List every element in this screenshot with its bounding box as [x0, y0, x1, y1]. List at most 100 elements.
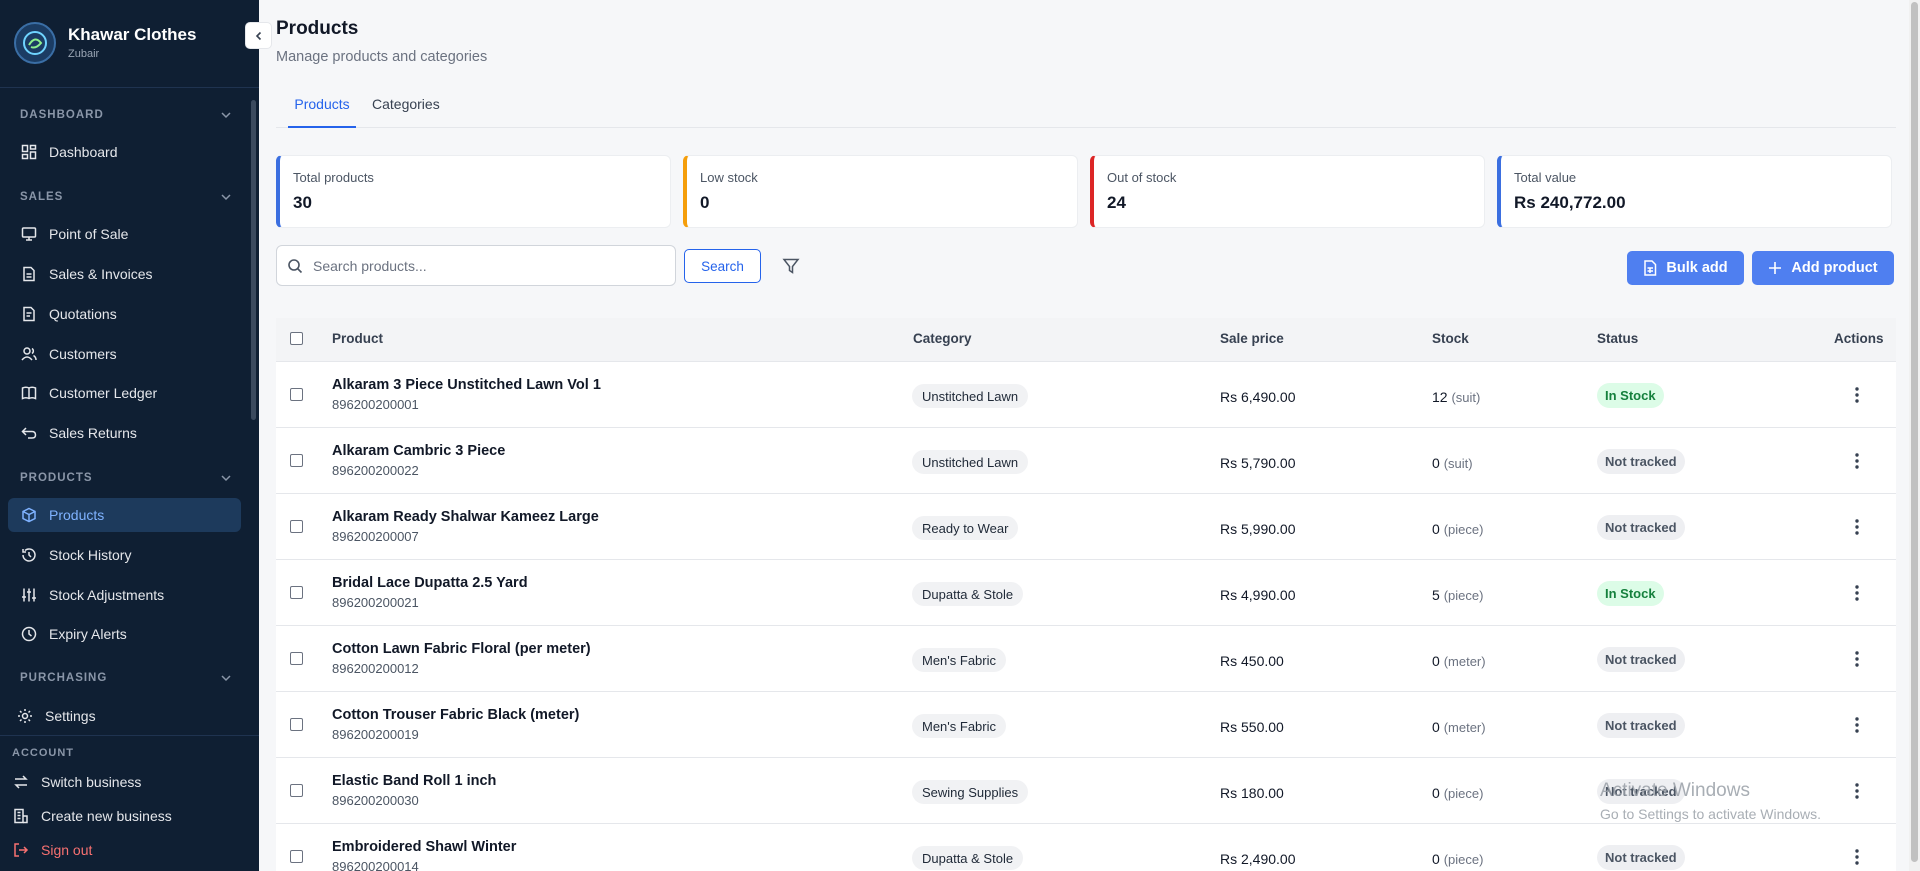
sidebar-item-quotations[interactable]: Quotations: [8, 297, 241, 331]
more-vertical-icon: [1855, 849, 1859, 865]
sign-out-button[interactable]: Sign out: [0, 833, 233, 867]
product-name[interactable]: Cotton Lawn Fabric Floral (per meter): [332, 641, 591, 657]
status-badge: In Stock: [1597, 581, 1664, 606]
building-icon: [12, 807, 30, 825]
sidebar-scrollbar[interactable]: [251, 100, 256, 420]
sidebar-item-stock-history[interactable]: Stock History: [8, 538, 241, 572]
gear-icon: [16, 707, 34, 725]
page-scrollbar-thumb[interactable]: [1911, 2, 1918, 862]
brand-name: Khawar Clothes: [68, 25, 197, 44]
sidebar-item-sales-invoices[interactable]: Sales & Invoices: [8, 257, 241, 291]
row-actions-button[interactable]: [1845, 449, 1869, 473]
table-row[interactable]: Cotton Lawn Fabric Floral (per meter) 896…: [276, 626, 1896, 692]
product-name[interactable]: Bridal Lace Dupatta 2.5 Yard: [332, 575, 528, 591]
section-sales[interactable]: SALES: [20, 191, 232, 203]
search-button[interactable]: Search: [684, 249, 761, 283]
row-actions-button[interactable]: [1845, 515, 1869, 539]
row-checkbox[interactable]: [290, 454, 303, 467]
divider: [0, 87, 259, 88]
product-name[interactable]: Alkaram 3 Piece Unstitched Lawn Vol 1: [332, 377, 601, 393]
section-products[interactable]: PRODUCTS: [20, 472, 232, 484]
table-row[interactable]: Embroidered Shawl Winter 896200200014 Dupa…: [276, 824, 1896, 871]
status-badge: Not tracked: [1597, 515, 1685, 540]
table-header: Product Category Sale price Stock Status…: [276, 318, 1896, 362]
table-row[interactable]: Alkaram Cambric 3 Piece 896200200022 Unsti…: [276, 428, 1896, 494]
product-name[interactable]: Embroidered Shawl Winter: [332, 839, 516, 855]
sidebar-nav: DASHBOARD Dashboard SALES Point of Sale …: [0, 95, 259, 685]
stock-cell: 5 (piece): [1432, 587, 1483, 603]
divider: [0, 735, 259, 736]
table-row[interactable]: Bridal Lace Dupatta 2.5 Yard 896200200021…: [276, 560, 1896, 626]
table-row[interactable]: Alkaram 3 Piece Unstitched Lawn Vol 1 896…: [276, 362, 1896, 428]
sale-price: Rs 550.00: [1220, 719, 1284, 735]
sidebar-item-dashboard[interactable]: Dashboard: [8, 135, 241, 169]
sidebar-item-label: Sales Returns: [49, 425, 137, 441]
sidebar-item-customers[interactable]: Customers: [8, 337, 241, 371]
brand[interactable]: Khawar Clothes Zubair: [14, 22, 196, 64]
sidebar-item-label: Create new business: [41, 808, 172, 824]
column-header[interactable]: Status: [1597, 331, 1638, 346]
tab-categories[interactable]: Categories: [372, 96, 440, 128]
column-header[interactable]: Stock: [1432, 331, 1469, 346]
stat-label: Total value: [1514, 170, 1577, 185]
bulk-add-label: Bulk add: [1666, 260, 1728, 276]
switch-business-button[interactable]: Switch business: [0, 765, 233, 799]
bulk-add-button[interactable]: Bulk add: [1627, 251, 1744, 285]
product-sku: 896200200001: [332, 397, 419, 412]
row-checkbox[interactable]: [290, 850, 303, 863]
sidebar-item-stock-adjustments[interactable]: Stock Adjustments: [8, 578, 241, 612]
product-name[interactable]: Elastic Band Roll 1 inch: [332, 773, 496, 789]
sidebar-item-customer-ledger[interactable]: Customer Ledger: [8, 376, 241, 410]
column-header[interactable]: Product: [332, 331, 383, 346]
row-actions-button[interactable]: [1845, 713, 1869, 737]
select-all-checkbox[interactable]: [290, 332, 303, 345]
collapse-sidebar-button[interactable]: [245, 22, 272, 49]
category-chip: Dupatta & Stole: [912, 582, 1024, 606]
create-business-button[interactable]: Create new business: [0, 799, 233, 833]
section-label: SALES: [20, 191, 64, 203]
row-actions-button[interactable]: [1845, 779, 1869, 803]
sale-price: Rs 180.00: [1220, 785, 1284, 801]
row-checkbox[interactable]: [290, 652, 303, 665]
chevron-down-icon: [221, 194, 231, 201]
table-row[interactable]: Alkaram Ready Shalwar Kameez Large 896200…: [276, 494, 1896, 560]
stock-cell: 0 (meter): [1432, 719, 1486, 735]
row-checkbox[interactable]: [290, 586, 303, 599]
search-input[interactable]: [313, 257, 653, 274]
sidebar-item-label: Point of Sale: [49, 226, 129, 242]
page-subtitle: Manage products and categories: [276, 49, 488, 65]
stock-qty: 0: [1432, 851, 1440, 867]
table-row[interactable]: Cotton Trouser Fabric Black (meter) 89620…: [276, 692, 1896, 758]
sidebar-item-expiry-alerts[interactable]: Expiry Alerts: [8, 617, 241, 651]
sidebar-item-sales-returns[interactable]: Sales Returns: [8, 416, 241, 450]
row-checkbox[interactable]: [290, 520, 303, 533]
product-name[interactable]: Cotton Trouser Fabric Black (meter): [332, 707, 579, 723]
row-checkbox[interactable]: [290, 718, 303, 731]
product-name[interactable]: Alkaram Cambric 3 Piece: [332, 443, 505, 459]
filter-button[interactable]: [780, 255, 802, 277]
row-actions-button[interactable]: [1845, 647, 1869, 671]
section-dashboard[interactable]: DASHBOARD: [20, 109, 232, 121]
sidebar-item-settings[interactable]: Settings: [4, 699, 237, 733]
stock-unit: (suit): [1451, 390, 1481, 405]
chevron-down-icon: [221, 675, 231, 682]
sidebar-item-point-of-sale[interactable]: Point of Sale: [8, 217, 241, 251]
tab-products[interactable]: Products: [288, 96, 356, 128]
status-badge: Not tracked: [1597, 449, 1685, 474]
chevron-down-icon: [221, 475, 231, 482]
sidebar-item-label: Stock Adjustments: [49, 587, 165, 603]
row-actions-button[interactable]: [1845, 845, 1869, 869]
row-checkbox[interactable]: [290, 388, 303, 401]
row-actions-button[interactable]: [1845, 383, 1869, 407]
section-purchasing[interactable]: PURCHASING: [20, 672, 232, 684]
category-chip: Sewing Supplies: [912, 780, 1029, 804]
add-product-button[interactable]: Add product: [1752, 251, 1894, 285]
product-name[interactable]: Alkaram Ready Shalwar Kameez Large: [332, 509, 599, 525]
status-badge: In Stock: [1597, 383, 1664, 408]
column-header[interactable]: Sale price: [1220, 331, 1284, 346]
sidebar: Khawar Clothes Zubair DASHBOARD Dashboar…: [0, 0, 259, 871]
row-actions-button[interactable]: [1845, 581, 1869, 605]
sidebar-item-products[interactable]: Products: [8, 498, 241, 532]
row-checkbox[interactable]: [290, 784, 303, 797]
column-header[interactable]: Category: [913, 331, 972, 346]
